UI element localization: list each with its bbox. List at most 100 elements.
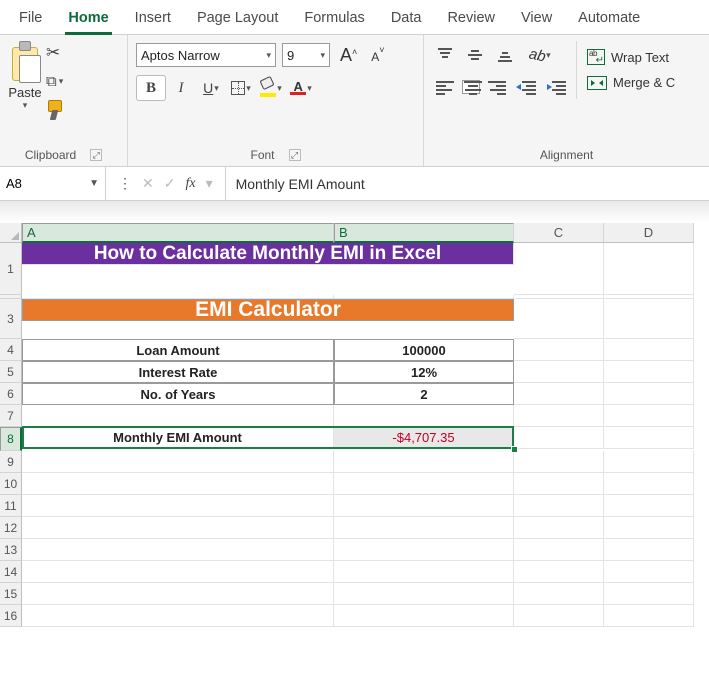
cancel-formula-button[interactable]: ✕	[138, 175, 158, 192]
wrap-text-icon	[587, 49, 605, 65]
row-header-7[interactable]: 7	[0, 405, 22, 427]
font-size-select[interactable]: 9▾	[282, 43, 330, 67]
tab-formulas[interactable]: Formulas	[291, 4, 377, 34]
cell-b8[interactable]: -$4,707.35	[334, 427, 514, 449]
tab-automate[interactable]: Automate	[565, 4, 653, 34]
align-top-button[interactable]	[432, 43, 458, 67]
merge-icon	[587, 76, 607, 90]
italic-button[interactable]: I	[166, 75, 196, 101]
menu-tabs: File Home Insert Page Layout Formulas Da…	[0, 0, 709, 35]
font-size-value: 9	[287, 48, 294, 63]
align-middle-icon	[466, 48, 484, 62]
group-alignment: ab▾ Wrap Text Merge & C Alignment	[424, 35, 709, 166]
brush-icon	[46, 100, 62, 120]
font-name-select[interactable]: Aptos Narrow▾	[136, 43, 276, 67]
tab-pagelayout[interactable]: Page Layout	[184, 4, 291, 34]
tab-data[interactable]: Data	[378, 4, 435, 34]
decrease-indent-button[interactable]	[514, 75, 540, 99]
fill-color-button[interactable]: ▾	[256, 75, 286, 101]
cell-a5[interactable]: Interest Rate	[22, 361, 334, 383]
underline-button[interactable]: U▾	[196, 75, 226, 101]
shrink-font-button[interactable]: A˅	[367, 48, 388, 62]
formula-input[interactable]	[226, 167, 709, 200]
align-right-icon	[488, 80, 506, 94]
row-header-10[interactable]: 10	[0, 473, 22, 495]
name-box-caret-icon[interactable]: ▼	[89, 178, 99, 189]
row-header-9[interactable]: 9	[0, 451, 22, 473]
tab-view[interactable]: View	[508, 4, 565, 34]
tab-home[interactable]: Home	[55, 4, 121, 34]
formula-bar: ▼ ⋮ ✕ ✓ fx ▾	[0, 167, 709, 201]
cell-b5[interactable]: 12%	[334, 361, 514, 383]
copy-button[interactable]: ▾	[46, 73, 63, 90]
merge-center-button[interactable]: Merge & C	[587, 73, 675, 92]
orientation-button[interactable]: ab▾	[522, 43, 558, 67]
clipboard-label: Clipboard	[25, 148, 76, 162]
cell-b6[interactable]: 2	[334, 383, 514, 405]
grow-font-button[interactable]: A˄	[336, 45, 361, 66]
row-header-12[interactable]: 12	[0, 517, 22, 539]
formula-controls: ⋮ ✕ ✓ fx ▾	[106, 167, 226, 200]
border-button[interactable]: ▾	[226, 75, 256, 101]
wrap-text-label: Wrap Text	[611, 50, 669, 65]
name-box-input[interactable]	[6, 176, 66, 191]
scissors-icon	[46, 43, 60, 63]
cell-a8[interactable]: Monthly EMI Amount	[22, 427, 334, 449]
spreadsheet-grid[interactable]: A B C D 1 How to Calculate Monthly EMI i…	[0, 223, 709, 627]
row-header-13[interactable]: 13	[0, 539, 22, 561]
row-header-15[interactable]: 15	[0, 583, 22, 605]
row-header-8[interactable]: 8	[0, 427, 22, 451]
cut-button[interactable]	[46, 43, 63, 63]
row-header-3[interactable]: 3	[0, 299, 22, 339]
paste-label: Paste	[8, 85, 41, 100]
align-center-button[interactable]	[462, 80, 480, 94]
cell-title[interactable]: How to Calculate Monthly EMI in Excel	[22, 243, 514, 265]
paste-button[interactable]: Paste ▾	[8, 41, 42, 111]
align-top-icon	[436, 48, 454, 62]
name-box[interactable]: ▼	[0, 167, 106, 200]
font-launcher[interactable]: ⤢	[289, 149, 301, 161]
tab-review[interactable]: Review	[434, 4, 508, 34]
col-header-b[interactable]: B	[334, 223, 514, 243]
paste-caret-icon[interactable]: ▾	[23, 100, 28, 111]
merge-label: Merge & C	[613, 75, 675, 90]
align-bottom-button[interactable]	[492, 43, 518, 67]
row-header-4[interactable]: 4	[0, 339, 22, 361]
cell-header2[interactable]: EMI Calculator	[22, 299, 514, 321]
align-right-button[interactable]	[484, 75, 510, 99]
tab-file[interactable]: File	[6, 4, 55, 34]
fill-icon	[260, 82, 276, 94]
col-header-c[interactable]: C	[514, 223, 604, 243]
align-left-icon	[436, 80, 454, 94]
row-header-1[interactable]: 1	[0, 243, 22, 295]
row-header-5[interactable]: 5	[0, 361, 22, 383]
cell-a4[interactable]: Loan Amount	[22, 339, 334, 361]
row-header-16[interactable]: 16	[0, 605, 22, 627]
row-header-11[interactable]: 11	[0, 495, 22, 517]
clipboard-launcher[interactable]: ⤢	[90, 149, 102, 161]
font-color-button[interactable]: A▾	[286, 75, 316, 101]
cell-d1[interactable]	[604, 243, 694, 295]
tab-insert[interactable]: Insert	[122, 4, 184, 34]
col-header-a[interactable]: A	[22, 223, 334, 243]
select-all-corner[interactable]	[0, 223, 22, 243]
cell-b4[interactable]: 100000	[334, 339, 514, 361]
cell-a6[interactable]: No. of Years	[22, 383, 334, 405]
row-header-6[interactable]: 6	[0, 383, 22, 405]
copy-icon	[46, 73, 57, 90]
align-middle-button[interactable]	[462, 43, 488, 67]
paste-icon	[8, 41, 42, 83]
group-font: Aptos Narrow▾ 9▾ A˄ A˅ B I U▾ ▾ ▾ A▾ Fon…	[128, 35, 424, 166]
col-header-d[interactable]: D	[604, 223, 694, 243]
format-painter-button[interactable]	[46, 100, 63, 120]
increase-indent-button[interactable]	[544, 75, 570, 99]
align-bottom-icon	[496, 48, 514, 62]
accept-formula-button[interactable]: ✓	[160, 175, 180, 192]
insert-function-button[interactable]: fx	[181, 176, 199, 192]
cell-c1[interactable]	[514, 243, 604, 295]
font-color-icon: A	[290, 81, 306, 95]
bold-button[interactable]: B	[136, 75, 166, 101]
row-header-14[interactable]: 14	[0, 561, 22, 583]
wrap-text-button[interactable]: Wrap Text	[587, 47, 675, 67]
align-left-button[interactable]	[432, 75, 458, 99]
